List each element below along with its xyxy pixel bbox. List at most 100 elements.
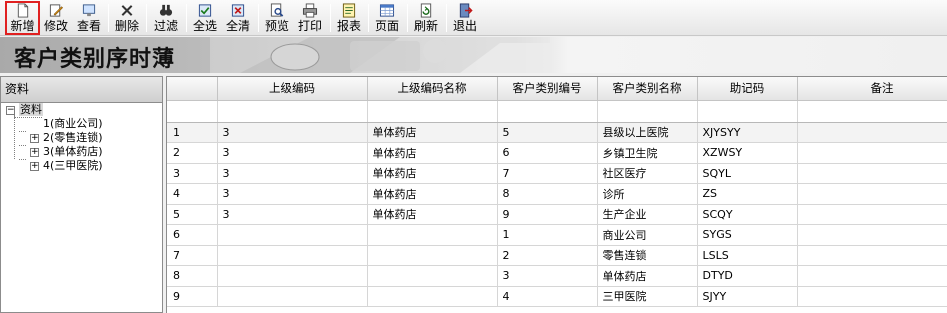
exit-button-label: 退出 — [452, 19, 477, 33]
preview-icon — [270, 3, 284, 17]
view-button[interactable]: 查看 — [74, 2, 104, 34]
column-header-parent-code[interactable]: 上级编码 — [217, 77, 368, 101]
filter-cell[interactable] — [797, 100, 947, 123]
clear-all-button[interactable]: 全清 — [223, 2, 253, 34]
tree-pane: 资料 − 资料 1(商业公司) + 2(零售连锁) + 3(单体药店) + 4(… — [0, 76, 163, 313]
mnemonic-cell: XJYSYY — [697, 122, 798, 143]
table-row[interactable]: 2 3 单体药店 6 乡镇卫生院 XZWSY — [167, 142, 947, 164]
toolbar-separator — [446, 4, 447, 32]
column-header-category-name[interactable]: 客户类别名称 — [597, 77, 698, 101]
edit-button-label: 修改 — [43, 19, 68, 33]
tree-node-1[interactable]: 1(商业公司) — [43, 117, 103, 131]
filter-button[interactable]: 过滤 — [150, 2, 182, 34]
category-name-cell: 商业公司 — [597, 224, 698, 246]
table-row[interactable]: 4 3 单体药店 8 诊所 ZS — [167, 183, 947, 205]
print-button[interactable]: 打印 — [295, 2, 325, 34]
report-button[interactable]: 报表 — [334, 2, 364, 34]
table-row[interactable]: 1 3 单体药店 5 县级以上医院 XJYSYY — [167, 122, 947, 143]
category-code-cell: 9 — [497, 204, 598, 225]
table-row[interactable]: 3 3 单体药店 7 社区医疗 SQYL — [167, 163, 947, 184]
parent-code-cell: 3 — [217, 163, 368, 184]
column-header-parent-name[interactable]: 上级编码名称 — [367, 77, 498, 101]
toolbar-separator — [368, 4, 369, 32]
toolbar-separator — [108, 4, 109, 32]
delete-button[interactable]: 删除 — [112, 2, 142, 34]
tree-expand-toggle[interactable]: + — [30, 162, 39, 171]
parent-code-cell — [217, 245, 368, 266]
row-number: 7 — [167, 245, 218, 266]
remark-cell — [797, 265, 947, 287]
filter-cell[interactable] — [697, 100, 798, 123]
toolbar-separator — [146, 4, 147, 32]
mnemonic-cell: SJYY — [697, 286, 798, 307]
parent-code-cell — [217, 286, 368, 307]
exit-button[interactable]: 退出 — [450, 2, 480, 34]
table-row[interactable]: 9 4 三甲医院 SJYY — [167, 286, 947, 307]
parent-name-cell: 单体药店 — [367, 183, 498, 205]
category-name-cell: 县级以上医院 — [597, 122, 698, 143]
row-number: 9 — [167, 286, 218, 307]
report-icon — [342, 3, 356, 18]
data-grid: 上级编码 上级编码名称 客户类别编号 客户类别名称 助记码 备注 1 3 单体药… — [166, 76, 947, 313]
preview-button-label: 预览 — [264, 19, 289, 33]
category-code-cell: 6 — [497, 142, 598, 164]
tree-root[interactable]: 资料 — [19, 103, 43, 117]
tree-pane-header: 资料 — [1, 77, 162, 103]
filter-cell[interactable] — [497, 100, 598, 123]
parent-name-cell — [367, 245, 498, 266]
column-header-category-code[interactable]: 客户类别编号 — [497, 77, 598, 101]
parent-name-cell: 单体药店 — [367, 163, 498, 184]
category-code-cell: 7 — [497, 163, 598, 184]
banner-decoration-image — [210, 37, 550, 73]
tree-node-3[interactable]: 3(单体药店) — [43, 145, 103, 159]
remark-cell — [797, 224, 947, 246]
preview-button[interactable]: 预览 — [262, 2, 292, 34]
category-name-cell: 零售连锁 — [597, 245, 698, 266]
filter-cell[interactable] — [217, 100, 368, 123]
tree-collapse-toggle[interactable]: − — [6, 106, 15, 115]
toolbar-separator — [330, 4, 331, 32]
category-code-cell: 5 — [497, 122, 598, 143]
tree-node-2[interactable]: 2(零售连锁) — [43, 131, 103, 145]
filter-cell — [167, 100, 218, 123]
tree-expand-toggle[interactable]: + — [30, 148, 39, 157]
parent-name-cell: 单体药店 — [367, 142, 498, 164]
new-button[interactable]: 新增 — [5, 1, 40, 35]
row-number: 5 — [167, 204, 218, 225]
parent-name-cell: 单体药店 — [367, 204, 498, 225]
table-row[interactable]: 5 3 单体药店 9 生产企业 SCQY — [167, 204, 947, 225]
print-button-label: 打印 — [297, 19, 322, 33]
tree-node-4[interactable]: 4(三甲医院) — [43, 159, 103, 173]
grid-header-row: 上级编码 上级编码名称 客户类别编号 客户类别名称 助记码 备注 — [167, 77, 947, 101]
exit-icon — [459, 3, 473, 18]
parent-code-cell: 3 — [217, 183, 368, 205]
tree-expand-toggle[interactable]: + — [30, 134, 39, 143]
table-row[interactable]: 8 3 单体药店 DTYD — [167, 265, 947, 287]
filter-cell[interactable] — [597, 100, 698, 123]
category-name-cell: 单体药店 — [597, 265, 698, 287]
edit-button[interactable]: 修改 — [41, 2, 71, 34]
print-icon — [302, 3, 318, 18]
page-button[interactable]: 页面 — [372, 2, 402, 34]
page-title: 客户类别序时薄 — [14, 46, 176, 72]
column-header-remark[interactable]: 备注 — [797, 77, 947, 101]
tree-connector — [14, 117, 42, 118]
parent-code-cell: 3 — [217, 142, 368, 164]
binoculars-icon — [159, 4, 173, 16]
table-row[interactable]: 6 1 商业公司 SYGS — [167, 224, 947, 246]
refresh-button[interactable]: 刷新 — [411, 2, 441, 34]
tree-root-label: 资料 — [19, 103, 43, 116]
row-number: 1 — [167, 122, 218, 143]
column-header-mnemonic[interactable]: 助记码 — [697, 77, 798, 101]
parent-name-cell — [367, 286, 498, 307]
row-number: 8 — [167, 265, 218, 287]
mnemonic-cell: XZWSY — [697, 142, 798, 164]
view-icon — [82, 4, 96, 17]
filter-cell[interactable] — [367, 100, 498, 123]
category-code-cell: 8 — [497, 183, 598, 205]
clear-all-button-label: 全清 — [225, 19, 250, 33]
row-number: 4 — [167, 183, 218, 205]
mnemonic-cell: LSLS — [697, 245, 798, 266]
table-row[interactable]: 7 2 零售连锁 LSLS — [167, 245, 947, 266]
select-all-button[interactable]: 全选 — [190, 2, 220, 34]
